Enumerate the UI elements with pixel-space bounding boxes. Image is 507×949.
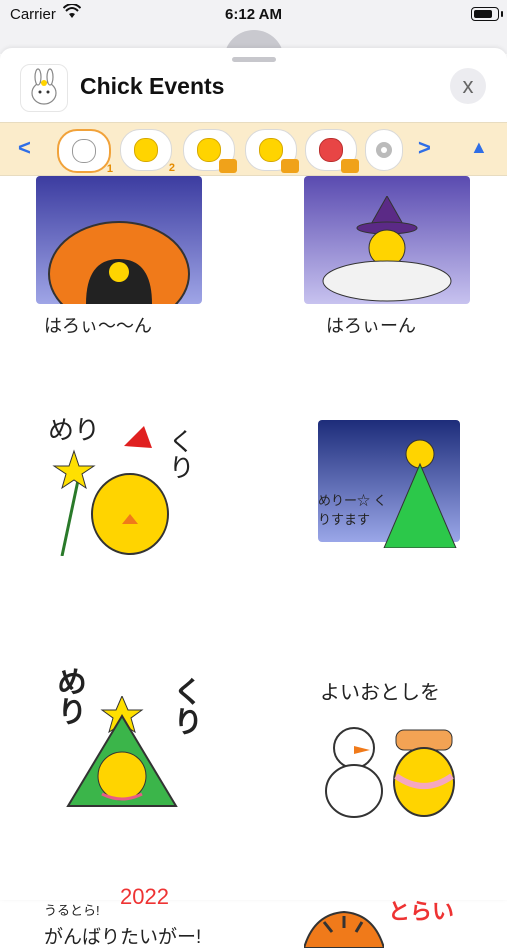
rabbit-icon bbox=[72, 139, 96, 163]
close-icon: x bbox=[462, 73, 474, 98]
sticker-christmas-tree-night[interactable]: めりー☆ くりすます bbox=[318, 420, 507, 600]
sticker-halloween-pumpkin[interactable]: はろぃ〜〜ん bbox=[36, 176, 236, 356]
sticker-caption: 2022 bbox=[120, 884, 169, 909]
sticker-caption: うるとら! bbox=[44, 903, 100, 918]
tab-pack-4[interactable] bbox=[245, 129, 299, 173]
sticker-halloween-witch[interactable]: はろぃーん bbox=[304, 176, 504, 356]
scroll-right-icon[interactable]: > bbox=[418, 135, 431, 161]
gear-icon bbox=[376, 142, 392, 158]
sticker-new-year-snowman[interactable]: よいおとしを bbox=[310, 672, 507, 852]
tiger-icon bbox=[304, 910, 384, 948]
chick-icon bbox=[197, 138, 221, 162]
sticker-grid: はろぃ〜〜ん はろぃーん めり くり めりー☆ くりすます めり くり よいおと… bbox=[0, 176, 507, 948]
lock-icon bbox=[281, 159, 299, 173]
sticker-christmas-chick[interactable]: めり くり bbox=[40, 406, 240, 586]
snowman-chick-icon bbox=[325, 727, 455, 818]
sticker-caption: はろぃ〜〜ん bbox=[44, 316, 152, 336]
chick-icon bbox=[259, 138, 283, 162]
expand-icon[interactable]: ▲ bbox=[470, 137, 488, 158]
pumpkin-house-icon bbox=[48, 221, 190, 304]
sticker-caption: よいおとしを bbox=[320, 682, 440, 704]
tab-badge: 2 bbox=[168, 162, 175, 174]
sticker-sheet: Chick Events x < 1 2 > ▲ はろぃ〜〜ん はろぃーん めり… bbox=[0, 48, 507, 948]
santa-chick-icon bbox=[52, 426, 169, 556]
app-title: Chick Events bbox=[80, 73, 225, 99]
sticker-caption: がんばりたいがー! bbox=[44, 927, 202, 948]
app-icon bbox=[20, 64, 68, 112]
sticker-chick-tree-costume[interactable]: めり くり bbox=[40, 666, 240, 846]
close-button[interactable]: x bbox=[450, 68, 486, 104]
sticker-tiger[interactable]: とらい bbox=[304, 894, 504, 948]
tab-badge: 1 bbox=[106, 163, 113, 175]
tab-pack-2[interactable]: 2 bbox=[120, 129, 175, 174]
sheet-grabber[interactable] bbox=[232, 57, 276, 62]
tree-chick-icon bbox=[66, 696, 178, 807]
sticker-caption: めりー☆ くりすます bbox=[318, 493, 387, 527]
scroll-left-icon[interactable]: < bbox=[18, 135, 31, 161]
witch-chick-icon bbox=[322, 196, 452, 302]
status-bar: Carrier 6:12 AM bbox=[0, 0, 507, 30]
chick-icon bbox=[134, 138, 158, 162]
sticker-caption: はろぃーん bbox=[326, 316, 416, 336]
lock-icon bbox=[219, 159, 237, 173]
sticker-tiger-year-chick[interactable]: うるとら! 2022 がんばりたいがー! bbox=[40, 884, 240, 948]
christmas-tree-icon bbox=[383, 439, 457, 548]
clock: 6:12 AM bbox=[225, 6, 282, 23]
tab-pack-1[interactable]: 1 bbox=[57, 129, 113, 175]
lock-icon bbox=[341, 159, 359, 173]
tab-settings[interactable] bbox=[365, 129, 403, 171]
tab-pack-3[interactable] bbox=[183, 129, 237, 173]
sticker-pack-tabs: < 1 2 > ▲ bbox=[0, 122, 507, 176]
battery-icon bbox=[471, 7, 503, 21]
tulip-icon bbox=[319, 138, 343, 162]
tab-pack-5[interactable] bbox=[305, 129, 359, 173]
sticker-caption: とらい bbox=[388, 899, 455, 924]
